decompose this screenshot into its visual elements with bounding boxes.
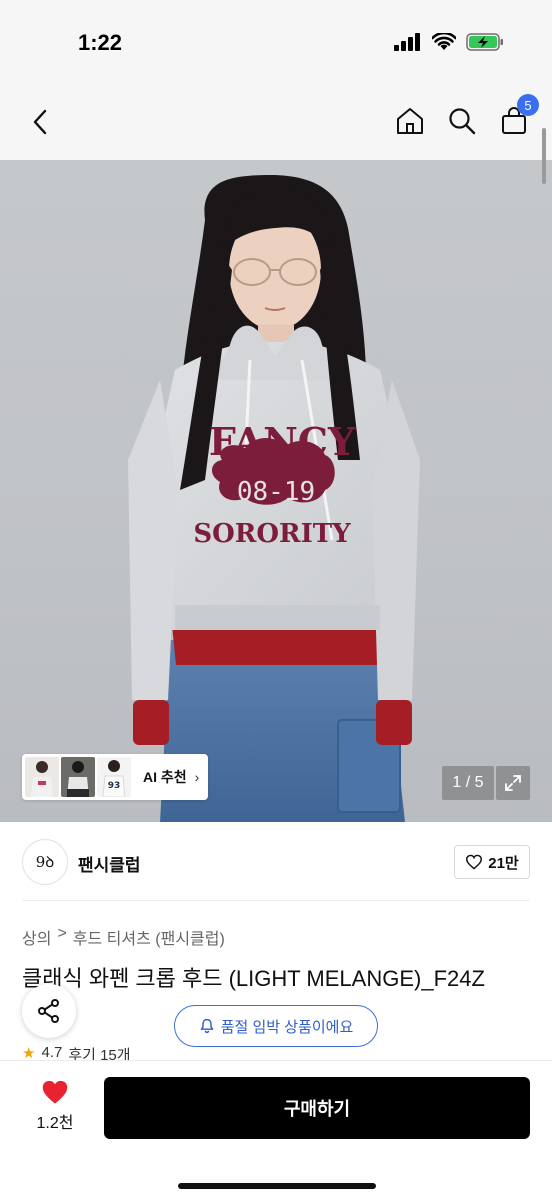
wishlist-button[interactable]: 1.2천 bbox=[30, 1079, 80, 1133]
rating-row[interactable]: ★ 4.7 후기 15개 bbox=[22, 1044, 131, 1060]
back-button[interactable] bbox=[24, 104, 56, 140]
page-scrollbar[interactable] bbox=[542, 128, 546, 184]
cart-count-badge: 5 bbox=[517, 94, 539, 116]
recommend-thumb-1 bbox=[25, 757, 59, 797]
hoodie-print-patch: 08-19 bbox=[237, 477, 315, 507]
home-icon bbox=[397, 108, 423, 134]
low-stock-notice[interactable]: 품절 임박 상품이에요 bbox=[174, 1005, 378, 1047]
status-icons bbox=[394, 33, 504, 51]
cart-button[interactable]: 5 bbox=[498, 94, 539, 138]
share-button[interactable] bbox=[22, 984, 76, 1038]
bottom-action-bar: 1.2천 구매하기 bbox=[0, 1060, 552, 1200]
chevron-left-icon bbox=[33, 109, 47, 135]
svg-text:93: 93 bbox=[108, 781, 121, 791]
review-count: 후기 15개 bbox=[68, 1047, 131, 1060]
heart-outline-icon bbox=[466, 854, 483, 870]
chevron-right-icon: › bbox=[194, 769, 200, 785]
bell-icon bbox=[200, 1018, 214, 1034]
share-icon bbox=[38, 999, 59, 1023]
section-divider bbox=[22, 900, 530, 901]
home-button[interactable] bbox=[394, 104, 426, 138]
breadcrumb-item-hoodie[interactable]: 후드 티셔츠 (팬시클럽) bbox=[73, 925, 225, 949]
product-photo: FANCY 08-19 SORORITY bbox=[128, 175, 420, 822]
nav-actions: 5 bbox=[394, 94, 539, 138]
brand-like-button[interactable]: 21만 bbox=[454, 845, 530, 879]
status-time: 1:22 bbox=[78, 30, 123, 55]
brand-logo-mark: 9ꝺ bbox=[35, 853, 55, 871]
wifi-icon bbox=[432, 33, 456, 50]
product-title: 클래식 와펜 크롭 후드 (LIGHT MELANGE)_F24Z bbox=[22, 966, 485, 991]
hoodie-print-bottom: SORORITY bbox=[193, 519, 351, 549]
breadcrumb: 상의 > 후드 티셔츠 (팬시클럽) bbox=[22, 925, 225, 949]
rating-value: 4.7 bbox=[41, 1044, 63, 1060]
buy-button[interactable]: 구매하기 bbox=[104, 1077, 530, 1139]
brand-name[interactable]: 팬시클럽 bbox=[78, 851, 141, 876]
home-indicator[interactable] bbox=[178, 1183, 376, 1189]
cellular-signal-icon bbox=[394, 33, 420, 51]
fullscreen-button[interactable] bbox=[496, 766, 530, 800]
breadcrumb-separator: > bbox=[57, 925, 67, 942]
product-image-carousel[interactable]: FANCY 08-19 SORORITY bbox=[0, 160, 552, 822]
ai-recommend-chip[interactable]: 93 AI 추천 › bbox=[22, 754, 208, 800]
recommend-thumb-3: 93 bbox=[97, 757, 131, 797]
low-stock-text: 품절 임박 상품이에요 bbox=[220, 1018, 354, 1036]
wishlist-count: 1.2천 bbox=[36, 1115, 74, 1132]
expand-icon bbox=[505, 775, 521, 791]
brand-like-count: 21만 bbox=[488, 854, 519, 872]
brand-logo[interactable]: 9ꝺ bbox=[22, 839, 68, 885]
brand-row: 9ꝺ 팬시클럽 21만 bbox=[0, 822, 552, 902]
top-nav-bar: 5 bbox=[0, 90, 552, 160]
search-icon bbox=[449, 108, 476, 135]
star-icon: ★ bbox=[22, 1045, 36, 1060]
battery-charging-icon bbox=[466, 33, 503, 51]
search-button[interactable] bbox=[446, 104, 478, 138]
status-bar: 1:22 bbox=[0, 0, 552, 90]
heart-filled-icon bbox=[42, 1080, 68, 1104]
breadcrumb-item-top[interactable]: 상의 bbox=[22, 925, 51, 949]
recommend-thumb-2 bbox=[61, 757, 95, 797]
image-counter: 1 / 5 bbox=[442, 766, 494, 800]
ai-recommend-label: AI 추천 bbox=[143, 769, 187, 785]
